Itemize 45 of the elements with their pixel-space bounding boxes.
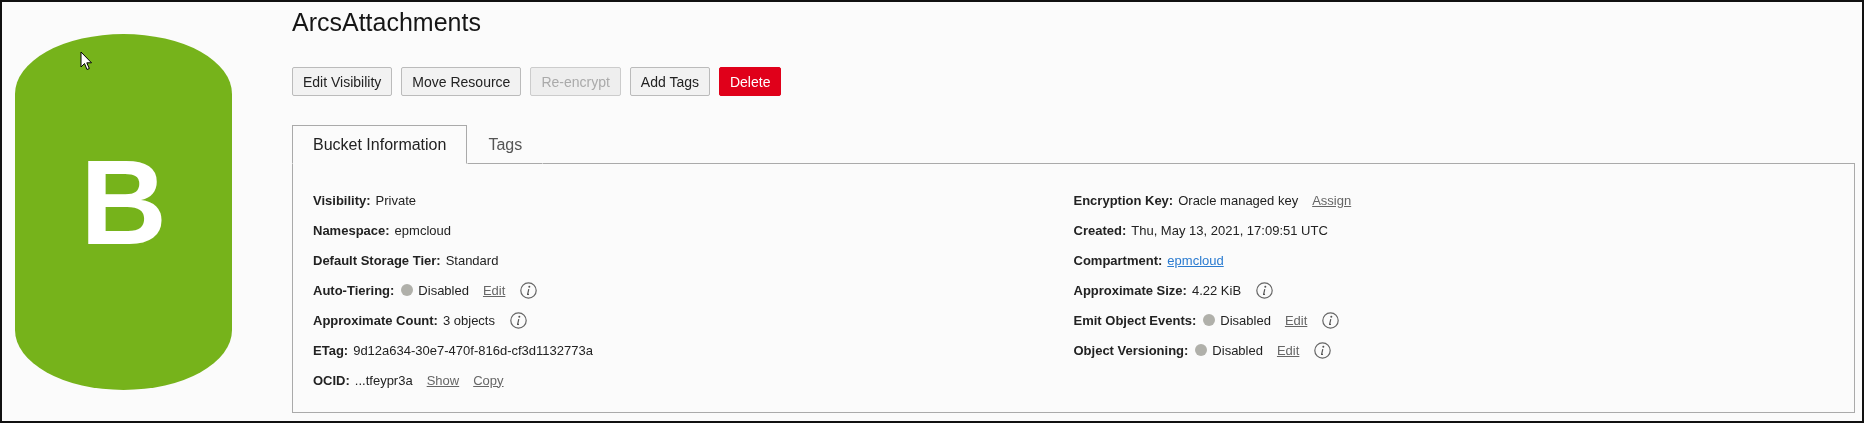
field-label: OCID: xyxy=(313,372,350,388)
field-value: ...tfeypr3a xyxy=(354,372,413,388)
field-value: 3 objects xyxy=(442,312,495,328)
field-label: Object Versioning: xyxy=(1073,342,1189,358)
field-label: Created: xyxy=(1073,222,1127,238)
action-button[interactable]: Move Resource xyxy=(401,67,522,96)
field-value: Standard xyxy=(445,252,499,268)
action-link[interactable]: Copy xyxy=(473,372,504,388)
field-value: Disabled xyxy=(1212,342,1263,358)
action-button[interactable]: Add Tags xyxy=(629,67,710,96)
field-value: Disabled xyxy=(418,282,469,298)
field-label: Visibility: xyxy=(313,192,371,208)
action-link[interactable]: Edit xyxy=(1276,342,1300,358)
action-button[interactable]: Edit Visibility xyxy=(292,67,393,96)
delete-button[interactable]: Delete xyxy=(718,67,782,96)
action-link[interactable]: Show xyxy=(426,372,460,388)
field-label: Emit Object Events: xyxy=(1073,312,1197,328)
info-icon[interactable] xyxy=(510,311,527,329)
info-icon[interactable] xyxy=(1314,341,1332,359)
value-link[interactable]: epmcloud xyxy=(1167,252,1224,268)
field-label: Approximate Count: xyxy=(313,312,438,328)
field-label: Default Storage Tier: xyxy=(313,252,441,268)
tab[interactable]: Tags xyxy=(467,125,544,164)
info-icon[interactable] xyxy=(1256,281,1274,299)
field-label: Auto-Tiering: xyxy=(313,282,395,298)
field-value: epmcloud xyxy=(394,222,451,238)
field-value: Disabled xyxy=(1220,312,1271,328)
info-icon[interactable] xyxy=(1322,311,1340,329)
field-label: Namespace: xyxy=(313,222,390,238)
tab[interactable]: Bucket Information xyxy=(292,125,468,164)
field-label: Encryption Key: xyxy=(1073,192,1174,208)
info-icon[interactable] xyxy=(520,281,538,299)
action-link[interactable]: Edit xyxy=(482,282,506,298)
field-value: Private xyxy=(375,192,417,208)
field-value: 4.22 KiB xyxy=(1191,282,1242,298)
field-label: ETag: xyxy=(313,342,349,358)
field-label: Compartment: xyxy=(1073,252,1163,268)
field-value: 9d12a634-30e7-470f-816d-cf3d1132773a xyxy=(353,342,593,358)
cursor-icon xyxy=(80,51,93,71)
field-value: Oracle managed key xyxy=(1178,192,1299,208)
action-link[interactable]: Edit xyxy=(1284,312,1308,328)
action-link[interactable]: Assign xyxy=(1312,192,1352,208)
page-title: ArcsAttachments xyxy=(292,8,482,37)
field-label: Approximate Size: xyxy=(1073,282,1187,298)
field-value: Thu, May 13, 2021, 17:09:51 UTC xyxy=(1131,222,1328,238)
